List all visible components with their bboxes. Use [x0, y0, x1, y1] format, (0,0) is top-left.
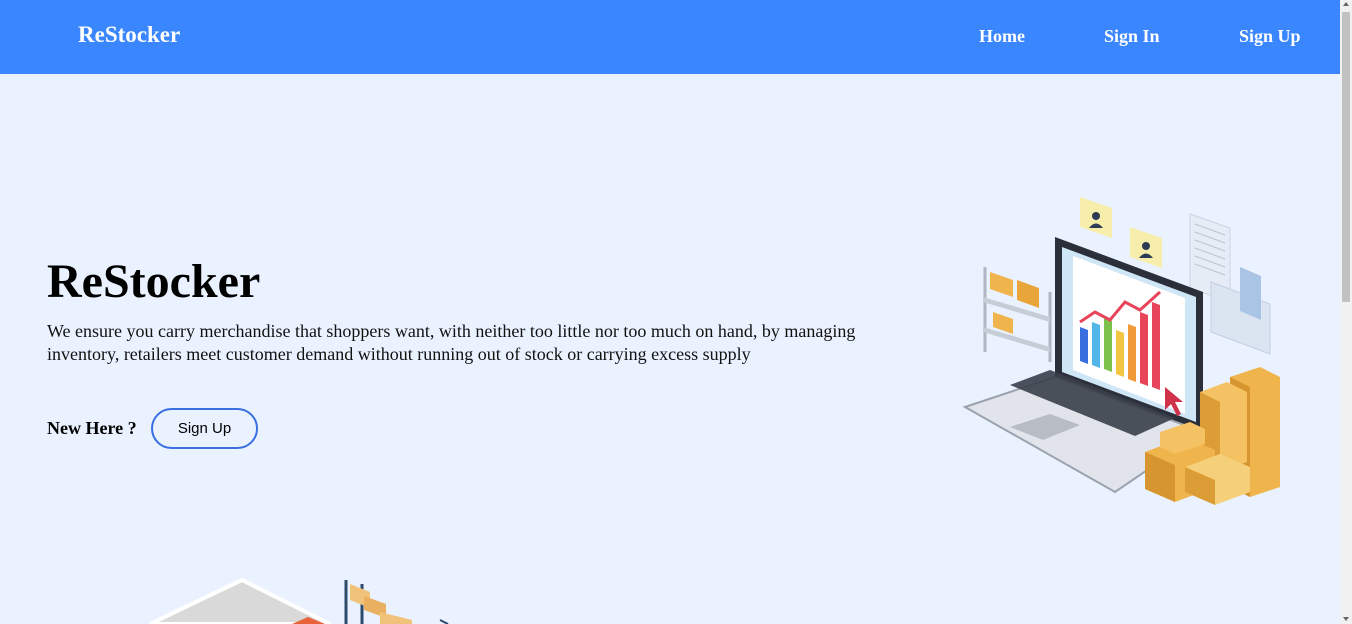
nav-home-link[interactable]: Home — [979, 26, 1025, 47]
scroll-up-arrow-icon[interactable] — [1343, 2, 1349, 6]
vertical-scrollbar[interactable] — [1340, 0, 1352, 624]
laptop-inventory-illustration — [962, 197, 1280, 505]
nav-sign-up-link[interactable]: Sign Up — [1239, 26, 1301, 47]
nav-sign-in-link[interactable]: Sign In — [1104, 26, 1160, 47]
new-here-label: New Here ? — [47, 418, 137, 438]
hero-title: ReStocker — [47, 255, 261, 308]
hero-sign-up-button[interactable]: Sign Up — [151, 408, 258, 449]
hero-description: We ensure you carry merchandise that sho… — [47, 321, 856, 364]
warehouse-illustration — [150, 577, 449, 624]
scroll-down-arrow-icon[interactable] — [1343, 617, 1349, 621]
navbar: ReStocker Home Sign In Sign Up — [0, 0, 1340, 74]
brand-logo[interactable]: ReStocker — [78, 22, 180, 48]
shelf-icon — [983, 267, 1052, 362]
scrollbar-thumb[interactable] — [1342, 12, 1350, 302]
